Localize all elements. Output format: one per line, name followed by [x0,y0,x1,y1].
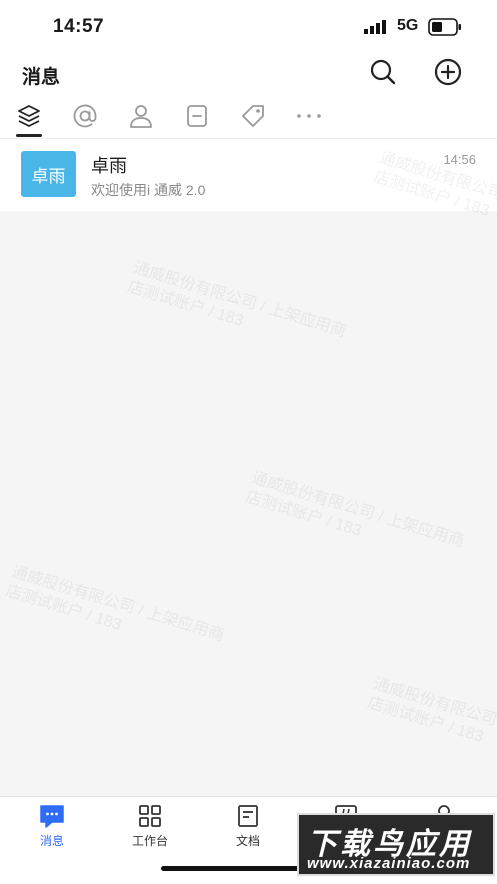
grid-icon [139,805,161,827]
header: 消息 [0,52,497,94]
watermark-line-2: 店测试账户 / 183 [125,278,246,330]
filter-tabs [0,94,497,139]
watermark-line-2: 店测试账户 / 183 [365,694,486,746]
document-icon [238,805,258,827]
conversation-preview: 欢迎使用i 通威 2.0 [91,182,206,198]
avatar: 卓雨 [21,151,76,197]
watermark-line-1: 通威股份有限公司 / 上架应用商 [371,675,497,756]
tab-all[interactable] [15,102,43,130]
watermark-line-2: 店测试账户 / 183 [3,582,124,634]
page-title: 消息 [22,67,61,88]
battery-icon [428,18,461,36]
nav-documents[interactable]: 文档 [213,803,283,849]
nav-label: 文档 [235,834,260,848]
conversation-item[interactable]: 卓雨 卓雨 欢迎使用i 通威 2.0 14:56 [0,139,497,211]
watermark-line-1: 通威股份有限公司 / 上架应用商 [131,259,349,341]
conversation-time: 14:56 [443,152,476,167]
nav-label: 消息 [39,834,64,848]
message-icon [40,805,64,828]
status-bar: 14:57 5G [0,0,497,52]
promo-watermark: 下载鸟应用 www.xiazainiao.com [297,813,495,876]
watermark: 通威股份有限公司 / 上架应用商 店测试账户 / 183 [125,259,348,362]
person-icon [130,105,152,128]
nav-messages[interactable]: 消息 [17,803,87,849]
status-time: 14:57 [53,16,105,37]
note-icon [187,105,207,127]
tab-contacts[interactable] [127,102,155,130]
watermark-line-1: 通威股份有限公司 / 上架应用商 [249,469,467,551]
watermark-line-2: 店测试账户 / 183 [243,488,364,540]
conversation-list: 卓雨 卓雨 欢迎使用i 通威 2.0 14:56 [0,139,497,211]
tag-icon [242,105,264,127]
at-icon [73,104,97,128]
layers-icon [18,105,40,127]
nav-label: 工作台 [131,834,168,848]
nav-workbench[interactable]: 工作台 [115,803,185,849]
tab-mentions[interactable] [71,102,99,130]
active-tab-indicator [16,134,42,137]
add-circle-icon[interactable] [433,57,463,87]
watermark: 通威股份有限公司 / 上架应用商 店测试账户 / 183 [365,675,497,778]
watermark: 通威股份有限公司 / 上架应用商 店测试账户 / 183 [3,563,226,666]
search-icon[interactable] [368,57,398,87]
watermark: 通威股份有限公司 / 上架应用商 店测试账户 / 183 [243,469,466,572]
more-icon [297,114,321,118]
tab-notes[interactable] [183,102,211,130]
tab-tags[interactable] [239,102,267,130]
promo-url: www.xiazainiao.com [307,855,471,872]
tab-more[interactable] [295,102,323,130]
watermark-line-1: 通威股份有限公司 / 上架应用商 [9,563,227,645]
network-type: 5G [397,17,419,34]
signal-icon [364,20,386,34]
conversation-name: 卓雨 [91,156,127,176]
